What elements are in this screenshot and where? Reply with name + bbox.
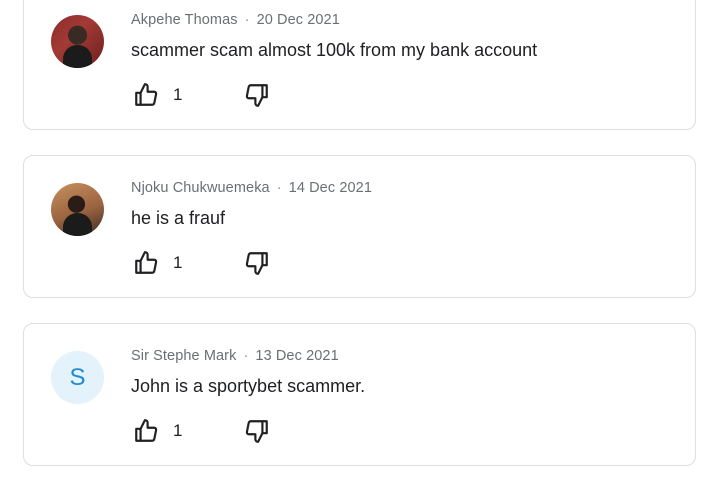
meta-separator: · — [243, 348, 249, 364]
comment-meta: Sir Stephe Mark · 13 Dec 2021 — [131, 348, 339, 364]
dislike-button[interactable] — [244, 82, 270, 108]
like-button[interactable]: 1 — [133, 250, 182, 276]
comment-card: S Sir Stephe Mark · 13 Dec 2021 John is a … — [23, 323, 696, 466]
meta-separator: · — [244, 12, 250, 28]
like-count: 1 — [173, 421, 183, 440]
author-name[interactable]: Sir Stephe Mark — [131, 348, 236, 364]
avatar[interactable]: S — [51, 351, 104, 404]
thumbs-up-icon — [135, 251, 158, 274]
author-name[interactable]: Njoku Chukwuemeka — [131, 180, 270, 196]
comment-card: Njoku Chukwuemeka · 14 Dec 2021 he is a fr… — [23, 155, 696, 298]
thumbs-up-icon — [135, 419, 158, 442]
thumbs-up-icon — [135, 83, 158, 106]
comment-text: John is a sportybet scammer. — [131, 376, 366, 396]
like-count: 1 — [173, 253, 183, 272]
comment-meta: Njoku Chukwuemeka · 14 Dec 2021 — [131, 180, 372, 196]
dislike-button[interactable] — [244, 250, 270, 276]
thumbs-down-icon — [245, 252, 268, 275]
comment-date: 14 Dec 2021 — [288, 180, 372, 196]
like-count: 1 — [173, 85, 183, 104]
meta-separator: · — [276, 180, 282, 196]
avatar[interactable] — [51, 15, 104, 68]
comment-text: scammer scam almost 100k from my bank ac… — [131, 40, 538, 60]
comment-card: Akpehe Thomas · 20 Dec 2021 scammer scam a… — [23, 0, 696, 130]
dislike-button[interactable] — [244, 418, 270, 444]
like-button[interactable]: 1 — [133, 82, 182, 108]
author-name[interactable]: Akpehe Thomas — [131, 12, 238, 28]
thumbs-down-icon — [245, 84, 268, 107]
comment-date: 13 Dec 2021 — [255, 348, 339, 364]
like-button[interactable]: 1 — [133, 418, 182, 444]
comment-date: 20 Dec 2021 — [256, 12, 340, 28]
thumbs-down-icon — [245, 420, 268, 443]
avatar[interactable] — [51, 183, 104, 236]
comment-text: he is a frauf — [131, 208, 226, 228]
comment-meta: Akpehe Thomas · 20 Dec 2021 — [131, 12, 340, 28]
